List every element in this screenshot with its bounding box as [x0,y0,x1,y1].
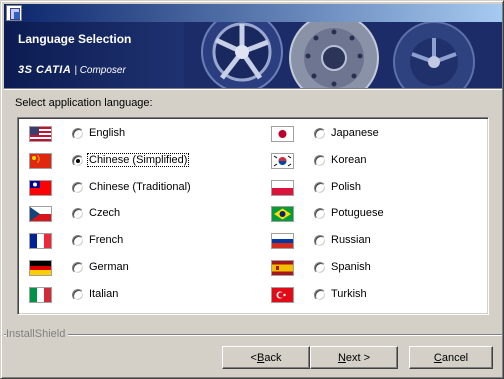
language-option-russian[interactable]: Russian [270,229,490,256]
radio-turkish[interactable] [314,288,326,301]
china-flag-icon [30,153,51,168]
radio-russian[interactable] [314,235,326,248]
banner: Language Selection 3S CATIA | Composer [4,22,502,88]
language-label[interactable]: Russian [330,234,372,246]
language-label[interactable]: Korean [330,154,367,166]
language-list-panel: English Chinese (Simplified) Chinese (Tr… [17,117,489,315]
language-label[interactable]: Polish [330,181,362,193]
brand-mark: 3S CATIA [18,64,72,76]
czech-flag-icon [30,207,51,222]
radio-czech[interactable] [72,208,84,221]
language-option-chinese-traditional[interactable]: Chinese (Traditional) [28,176,248,203]
title-bar[interactable] [4,4,502,22]
russia-flag-icon [272,234,293,249]
radio-polish[interactable] [314,181,326,194]
language-column-left: English Chinese (Simplified) Chinese (Tr… [28,122,248,310]
language-label[interactable]: Potuguese [330,207,385,219]
installshield-label: InstallShield [6,328,69,340]
language-label[interactable]: Chinese (Simplified) [86,152,190,167]
language-option-korean[interactable]: Korean [270,149,490,176]
italy-flag-icon [30,287,51,302]
spain-flag-icon [272,260,293,275]
radio-italian[interactable] [72,288,84,301]
banner-title: Language Selection [18,32,132,46]
brazil-flag-icon [272,207,293,222]
language-label[interactable]: Chinese (Traditional) [88,181,192,193]
language-option-portuguese[interactable]: Potuguese [270,202,490,229]
language-label[interactable]: Spanish [330,261,372,273]
radio-spanish[interactable] [314,261,326,274]
taiwan-flag-icon [30,180,51,195]
back-button-accel: B [256,351,265,364]
installshield-divider [4,334,502,336]
radio-portuguese[interactable] [314,208,326,221]
brake-disc-wheel-icon [184,22,502,88]
language-option-french[interactable]: French [28,229,248,256]
france-flag-icon [30,234,51,249]
cancel-button[interactable]: Cancel [409,346,493,369]
catia-composer-logo: 3S CATIA | Composer [18,64,126,76]
installer-app-icon[interactable] [6,5,22,21]
radio-japanese[interactable] [314,128,326,140]
language-option-czech[interactable]: Czech [28,202,248,229]
turkey-flag-icon [272,287,293,302]
language-prompt: Select application language: [15,97,153,109]
next-button-accel: N [337,351,346,364]
language-option-turkish[interactable]: Turkish [270,283,490,310]
language-option-polish[interactable]: Polish [270,176,490,203]
us-flag-icon [30,127,51,141]
language-option-english[interactable]: English [28,122,248,149]
language-option-italian[interactable]: Italian [28,283,248,310]
language-label[interactable]: French [88,234,124,246]
banner-separator [4,88,502,90]
radio-chinese-simplified[interactable] [72,154,84,167]
language-option-japanese[interactable]: Japanese [270,122,490,149]
cancel-button-rest: ancel [441,351,469,364]
back-button-rest: ack [264,351,282,364]
language-label[interactable]: German [88,261,130,273]
radio-korean[interactable] [314,154,326,167]
radio-chinese-traditional[interactable] [72,181,84,194]
cancel-button-accel: C [433,351,442,364]
radio-english[interactable] [72,128,84,140]
language-option-chinese-simplified[interactable]: Chinese (Simplified) [28,149,248,176]
language-label[interactable]: Japanese [330,127,380,139]
next-button[interactable]: Next > [310,346,398,369]
language-option-spanish[interactable]: Spanish [270,256,490,283]
korea-flag-icon [272,153,293,168]
language-label[interactable]: Czech [88,207,121,219]
japan-flag-icon [272,127,293,141]
back-button-prefix: < [250,351,257,364]
radio-french[interactable] [72,235,84,248]
language-option-german[interactable]: German [28,256,248,283]
language-label[interactable]: Italian [88,288,119,300]
germany-flag-icon [30,260,51,275]
brand-subtitle: | Composer [74,65,126,76]
radio-german[interactable] [72,261,84,274]
language-column-right: Japanese Korean Polish Potuguese Russian… [270,122,490,310]
language-label[interactable]: English [88,127,126,139]
installer-window: Language Selection 3S CATIA | Composer Se… [0,0,504,379]
next-button-rest: ext > [345,351,371,364]
poland-flag-icon [272,180,293,195]
language-label[interactable]: Turkish [330,288,368,300]
back-button[interactable]: < Back [222,346,310,369]
